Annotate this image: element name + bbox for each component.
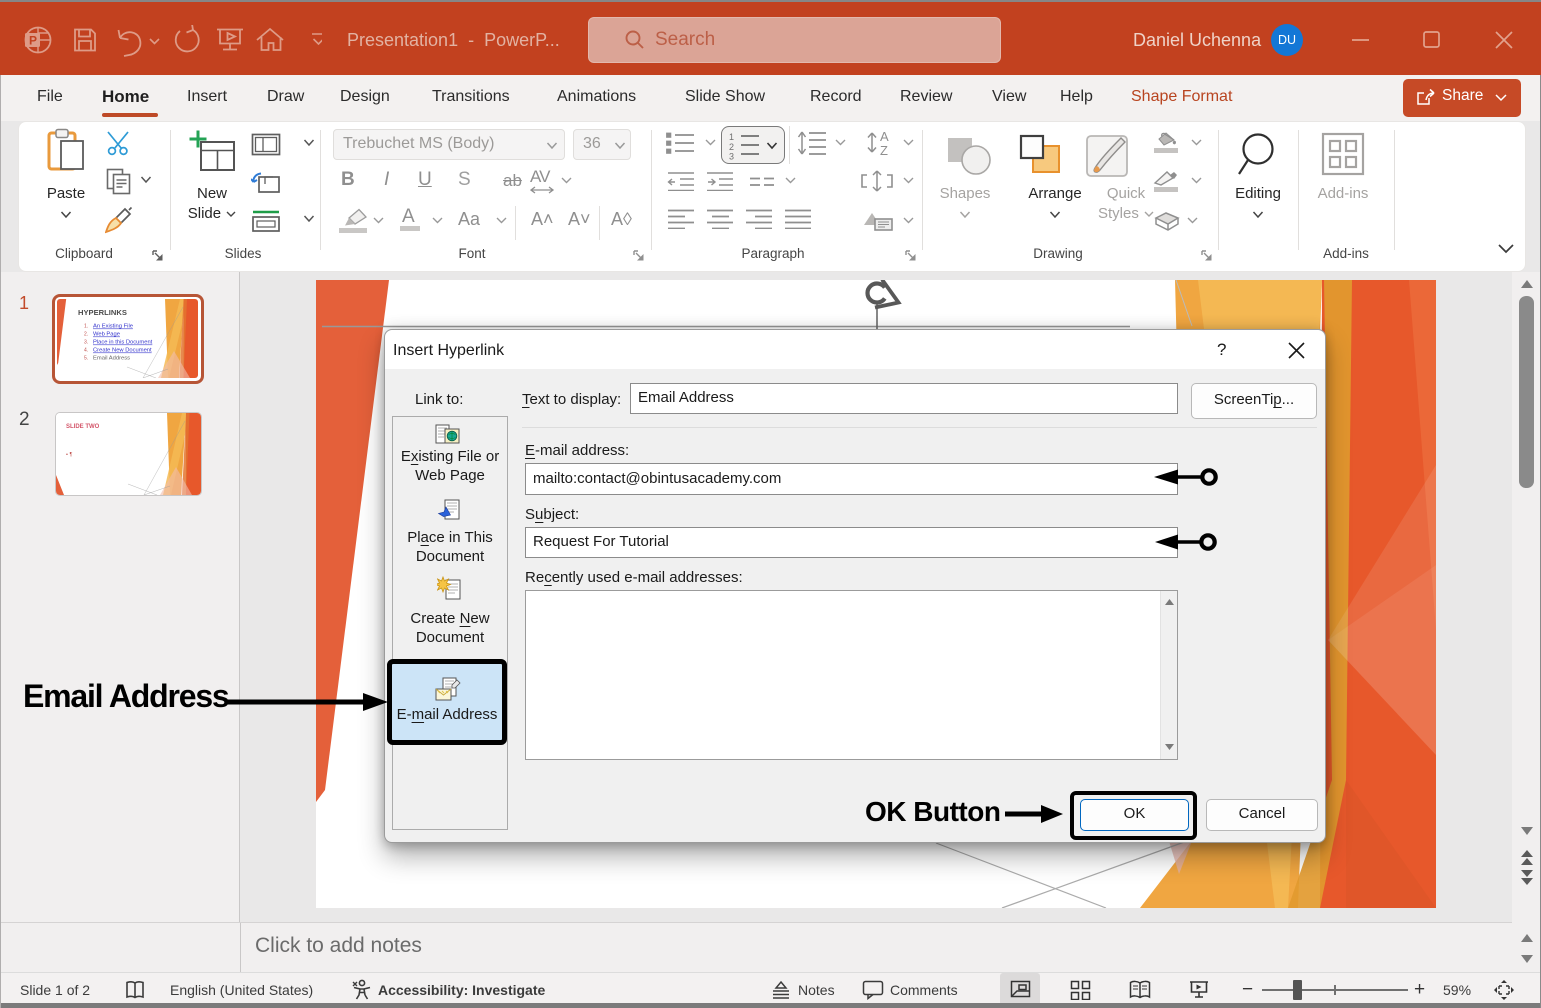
svg-text:Place in this Document: Place in this Document (93, 340, 153, 346)
svg-text:3: 3 (729, 152, 734, 161)
svg-text:HYPERLINKS: HYPERLINKS (78, 308, 127, 317)
svg-text:Email Address: Email Address (93, 356, 130, 362)
svg-text:Web Page: Web Page (93, 332, 120, 338)
svg-text:P: P (29, 34, 37, 48)
svg-text:5.: 5. (84, 356, 88, 362)
svg-text:Z: Z (880, 143, 888, 156)
svg-text:SLIDE TWO: SLIDE TWO (66, 424, 100, 430)
svg-text:2.: 2. (84, 332, 88, 338)
svg-text:3.: 3. (84, 340, 88, 346)
svg-text:Create New Document: Create New Document (93, 348, 152, 354)
svg-text:• ¶: • ¶ (66, 452, 72, 458)
svg-text:1.: 1. (84, 324, 88, 330)
svg-text:A: A (880, 130, 889, 144)
svg-text:1: 1 (729, 132, 734, 142)
svg-text:2: 2 (729, 142, 734, 152)
svg-text:4.: 4. (84, 348, 88, 354)
svg-text:An Existing File: An Existing File (93, 324, 133, 330)
